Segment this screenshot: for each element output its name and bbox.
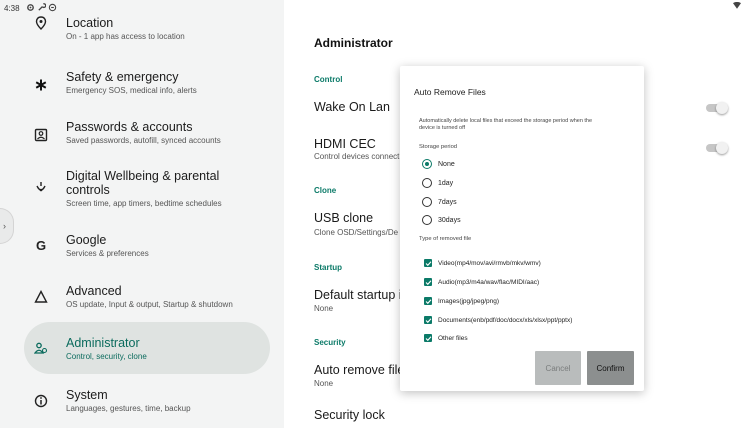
setting-default-startup-sub: None (314, 304, 334, 313)
radio-7days[interactable]: 7days (422, 196, 457, 208)
nav-title-safety: Safety & emergency (66, 70, 179, 84)
setting-security-lock[interactable]: Security lock (314, 408, 385, 422)
section-startup: Startup (314, 263, 342, 272)
nav-sub-advanced: OS update, Input & output, Startup & shu… (66, 300, 233, 309)
info-icon (28, 388, 54, 414)
radio-label-none: None (438, 160, 455, 168)
svg-text:G: G (36, 238, 46, 252)
section-security: Security (314, 338, 346, 347)
radio-none[interactable]: None (422, 158, 455, 170)
checkbox-images[interactable]: Images(jpg/jpeg/png) (424, 296, 499, 306)
status-icons (26, 3, 57, 12)
nav-title-administrator: Administrator (66, 336, 140, 350)
account-box-icon (28, 122, 54, 148)
google-icon: G (28, 232, 54, 258)
confirm-button[interactable]: Confirm (587, 351, 634, 385)
checkbox-documents[interactable]: Documents(enb/pdf/doc/docx/xls/xlsx/ppt/… (424, 315, 572, 325)
file-type-label: Type of removed file (419, 236, 472, 242)
checkbox-checked-icon (424, 334, 432, 342)
cancel-button[interactable]: Cancel (535, 351, 581, 385)
settings-gear-icon (27, 4, 34, 11)
checkbox-label-video: Video(mp4/mov/avi/rmvb/mkv/wmv) (438, 259, 541, 267)
nav-sub-system: Languages, gestures, time, backup (66, 404, 191, 413)
radio-label-1day: 1day (438, 179, 454, 187)
radio-unselected-icon (422, 215, 432, 225)
asterisk-icon (28, 72, 54, 98)
page-title: Administrator (314, 36, 393, 50)
wrench-icon (38, 3, 46, 11)
setting-hdmi-cec-sub: Control devices connect (314, 152, 400, 161)
checkbox-checked-icon (424, 316, 432, 324)
wellbeing-icon (28, 175, 54, 201)
setting-auto-remove[interactable]: Auto remove file (314, 363, 404, 377)
checkbox-checked-icon (424, 297, 432, 305)
nav-item-safety[interactable]: Safety & emergency Emergency SOS, medica… (24, 64, 270, 104)
checkbox-audio[interactable]: Audio(mp3/m4a/wav/flac/MIDI/aac) (424, 277, 539, 287)
setting-wake-on-lan[interactable]: Wake On Lan (314, 100, 390, 114)
advanced-icon (28, 284, 54, 310)
chevron-right-icon: › (3, 221, 6, 231)
hdmi-cec-toggle[interactable] (706, 142, 728, 154)
wifi-icon (733, 2, 741, 9)
status-time: 4:38 (4, 4, 20, 13)
checkbox-checked-icon (424, 278, 432, 286)
nav-sub-safety: Emergency SOS, medical info, alerts (66, 86, 197, 95)
checkbox-label-images: Images(jpg/jpeg/png) (438, 297, 500, 305)
setting-hdmi-cec[interactable]: HDMI CEC (314, 137, 376, 151)
radio-label-7days: 7days (438, 198, 457, 206)
data-saver-icon (48, 3, 57, 12)
nav-title-location: Location (66, 16, 114, 30)
section-clone: Clone (314, 186, 337, 195)
nav-item-advanced[interactable]: Advanced OS update, Input & output, Star… (24, 276, 270, 316)
checkbox-other-files[interactable]: Other files (424, 333, 468, 343)
settings-sidebar: Location On - 1 app has access to locati… (0, 0, 284, 428)
nav-sub-passwords: Saved passwords, autofill, synced accoun… (66, 136, 221, 145)
setting-auto-remove-sub: None (314, 379, 334, 388)
dialog-description: Automatically delete local files that ex… (419, 118, 593, 131)
nav-item-digital-wellbeing[interactable]: Digital Wellbeing & parental controls Sc… (24, 163, 270, 213)
nav-title-advanced: Advanced (66, 284, 122, 298)
checkbox-label-audio: Audio(mp3/m4a/wav/flac/MIDI/aac) (438, 278, 540, 286)
radio-selected-icon (422, 159, 432, 169)
setting-default-startup[interactable]: Default startup i (314, 288, 402, 302)
dialog-title: Auto Remove Files (414, 87, 486, 97)
radio-30days[interactable]: 30days (422, 214, 461, 226)
storage-period-label: Storage period (419, 144, 458, 150)
nav-title-digital-wellbeing: Digital Wellbeing & parental controls (66, 169, 220, 197)
nav-item-google[interactable]: G Google Services & preferences (24, 224, 270, 264)
checkbox-checked-icon (424, 259, 432, 267)
radio-label-30days: 30days (438, 216, 461, 224)
radio-unselected-icon (422, 197, 432, 207)
nav-title-passwords: Passwords & accounts (66, 120, 193, 134)
radio-unselected-icon (422, 178, 432, 188)
side-panel-handle[interactable]: › (0, 208, 14, 244)
nav-item-administrator[interactable]: Administrator Control, security, clone (24, 322, 270, 374)
checkbox-label-documents: Documents(enb/pdf/doc/docx/xls/xlsx/ppt/… (438, 316, 573, 324)
nav-item-system[interactable]: System Languages, gestures, time, backup (24, 380, 270, 420)
section-control: Control (314, 75, 343, 84)
nav-item-passwords[interactable]: Passwords & accounts Saved passwords, au… (24, 114, 270, 154)
setting-usb-clone[interactable]: USB clone (314, 211, 373, 225)
status-bar: 4:38 (0, 0, 753, 18)
setting-usb-clone-sub: Clone OSD/Settings/De (314, 228, 399, 237)
wake-on-lan-toggle[interactable] (706, 102, 728, 114)
nav-sub-google: Services & preferences (66, 249, 149, 258)
checkbox-label-other-files: Other files (438, 334, 468, 342)
nav-title-google: Google (66, 233, 107, 247)
nav-sub-location: On - 1 app has access to location (66, 32, 185, 41)
nav-sub-administrator: Control, security, clone (66, 352, 147, 361)
checkbox-video[interactable]: Video(mp4/mov/avi/rmvb/mkv/wmv) (424, 258, 541, 268)
radio-1day[interactable]: 1day (422, 177, 453, 189)
nav-sub-digital-wellbeing: Screen time, app timers, bedtime schedul… (66, 199, 222, 208)
auto-remove-files-dialog: Auto Remove Files Automatically delete l… (400, 66, 644, 391)
nav-title-system: System (66, 388, 108, 402)
admin-icon (28, 335, 54, 361)
